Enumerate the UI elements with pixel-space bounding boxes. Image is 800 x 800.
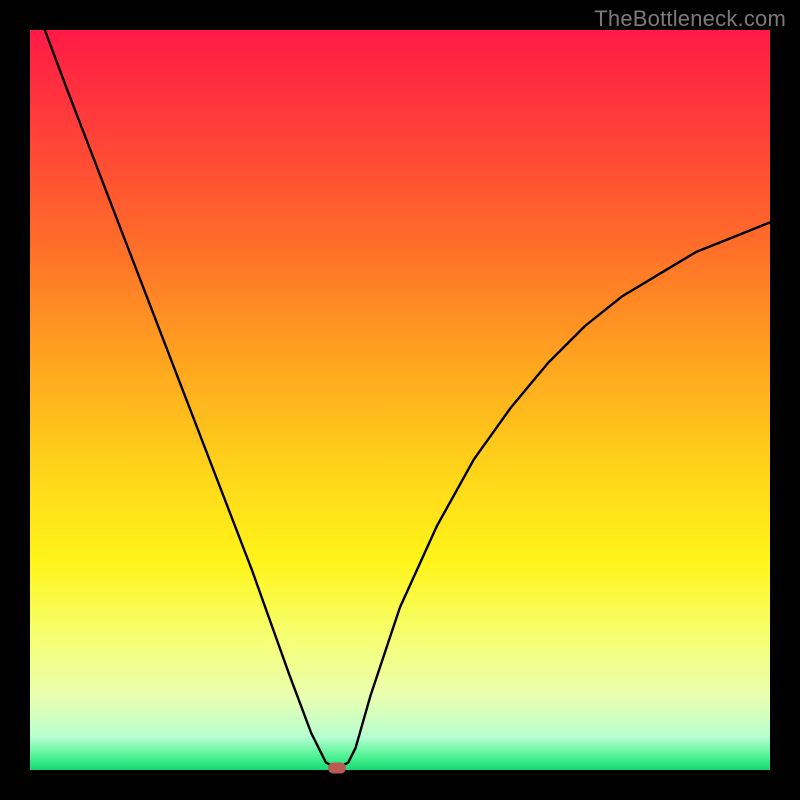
minimum-marker <box>328 762 346 773</box>
plot-area <box>30 30 770 770</box>
watermark-text: TheBottleneck.com <box>594 6 786 32</box>
outer-frame: TheBottleneck.com <box>0 0 800 800</box>
gradient-background <box>30 30 770 770</box>
chart-svg <box>30 30 770 770</box>
